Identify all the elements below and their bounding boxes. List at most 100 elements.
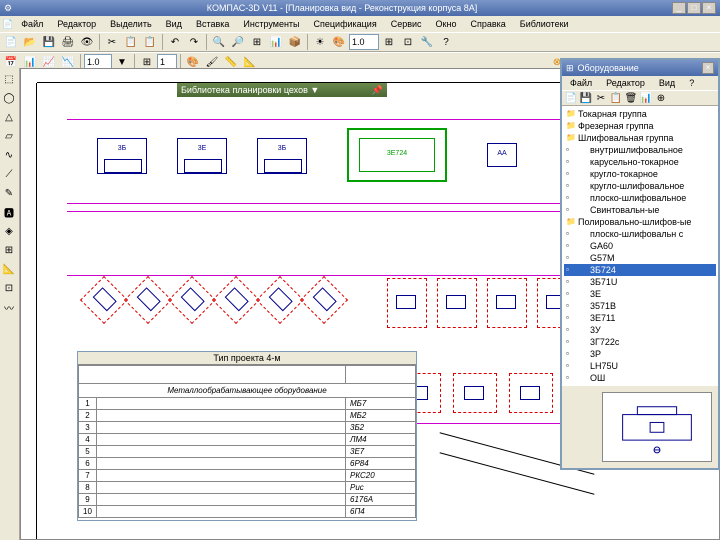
panel-close-button[interactable]: × bbox=[702, 62, 714, 74]
equipment-tree[interactable]: Токарная группаФрезерная группаШлифоваль… bbox=[562, 106, 718, 386]
tree-item[interactable]: 3Е711 bbox=[564, 312, 716, 324]
tool-curve-icon[interactable]: ∿ bbox=[0, 146, 18, 164]
menu-select[interactable]: Выделить bbox=[104, 18, 158, 30]
tree-item[interactable]: внутришлифовальное bbox=[564, 144, 716, 156]
panel-menu-edit[interactable]: Редактор bbox=[600, 77, 651, 89]
paste-button[interactable]: 📋 bbox=[141, 33, 159, 51]
zone-shape[interactable] bbox=[124, 276, 172, 324]
tree-item[interactable]: LH75U bbox=[564, 360, 716, 372]
close-button[interactable]: × bbox=[702, 2, 716, 14]
menu-service[interactable]: Сервис bbox=[385, 18, 428, 30]
zoom-out-icon[interactable]: 🔎 bbox=[229, 33, 247, 51]
redo-button[interactable]: ↷ bbox=[185, 33, 203, 51]
tree-item[interactable]: Полировально-шлифов-ые bbox=[564, 216, 716, 228]
copy-button[interactable]: 📋 bbox=[122, 33, 140, 51]
menu-help[interactable]: Справка bbox=[464, 18, 511, 30]
menu-view[interactable]: Вид bbox=[160, 18, 188, 30]
tool-dim-icon[interactable]: ◈ bbox=[0, 222, 18, 240]
library-panel[interactable]: Библиотека планировки цехов ▼ 📌 bbox=[177, 83, 387, 97]
print-button[interactable]: 🖨 bbox=[59, 33, 77, 51]
tool-rect-icon[interactable]: ⬚ bbox=[0, 70, 18, 88]
tool-icon[interactable]: 🎨 bbox=[330, 33, 348, 51]
tool-icon[interactable]: ☀ bbox=[311, 33, 329, 51]
table-row[interactable]: 2МБ2 bbox=[79, 410, 416, 422]
tree-item[interactable]: ОШ bbox=[564, 372, 716, 384]
menu-window[interactable]: Окно bbox=[430, 18, 463, 30]
save-button[interactable]: 💾 bbox=[40, 33, 58, 51]
zone-shape[interactable] bbox=[168, 276, 216, 324]
panel-menu-help[interactable]: ? bbox=[683, 77, 700, 89]
panel-tool-icon[interactable]: ✂ bbox=[594, 91, 608, 105]
table-row[interactable]: 106П4 bbox=[79, 506, 416, 518]
tool-para-icon[interactable]: ▱ bbox=[0, 127, 18, 145]
value-input[interactable] bbox=[349, 34, 379, 50]
table-row[interactable]: 1МБ7 bbox=[79, 398, 416, 410]
tree-item[interactable]: Свинтовальн-ые bbox=[564, 204, 716, 216]
new-button[interactable]: 📄 bbox=[2, 33, 20, 51]
zone-shape[interactable] bbox=[437, 278, 477, 328]
tool-wave-icon[interactable]: 〰 bbox=[0, 298, 18, 316]
tree-item[interactable]: 3Б71U bbox=[564, 276, 716, 288]
tree-item[interactable]: 3У bbox=[564, 324, 716, 336]
tree-item[interactable]: плоско-шлифовальн с bbox=[564, 228, 716, 240]
table-row[interactable]: 8Рис bbox=[79, 482, 416, 494]
machine-shape[interactable]: 3Е bbox=[177, 138, 227, 174]
tree-item[interactable]: 3Е bbox=[564, 288, 716, 300]
table-panel[interactable]: Тип проекта 4-м Металлообрабатывающее об… bbox=[77, 351, 417, 521]
table-row[interactable]: 7РКС20 bbox=[79, 470, 416, 482]
panel-menu-file[interactable]: Файл bbox=[564, 77, 598, 89]
menu-insert[interactable]: Вставка bbox=[190, 18, 235, 30]
tree-item[interactable]: кругло-шлифовальное bbox=[564, 180, 716, 192]
menu-file[interactable]: Файл bbox=[15, 18, 49, 30]
tool-angle-icon[interactable]: 📐 bbox=[0, 260, 18, 278]
panel-tool-icon[interactable]: 📋 bbox=[609, 91, 623, 105]
tool-tri-icon[interactable]: △ bbox=[0, 108, 18, 126]
table-row[interactable]: 96176А bbox=[79, 494, 416, 506]
menu-edit[interactable]: Редактор bbox=[51, 18, 102, 30]
equipment-panel-title[interactable]: ⊞ Оборудование × bbox=[562, 60, 718, 76]
tool-icon[interactable]: 📊 bbox=[267, 33, 285, 51]
table-row[interactable]: 33Б2 bbox=[79, 422, 416, 434]
tree-item[interactable]: 3571В bbox=[564, 300, 716, 312]
machine-shape[interactable]: 3Б bbox=[257, 138, 307, 174]
undo-button[interactable]: ↶ bbox=[166, 33, 184, 51]
maximize-button[interactable]: □ bbox=[687, 2, 701, 14]
tool-box-icon[interactable]: ⊡ bbox=[0, 279, 18, 297]
zone-shape[interactable] bbox=[453, 373, 497, 413]
library-pin-icon[interactable]: 📌 bbox=[372, 85, 383, 96]
zone-shape[interactable] bbox=[487, 278, 527, 328]
tree-item[interactable]: 3Р bbox=[564, 348, 716, 360]
panel-tool-icon[interactable]: ⊕ bbox=[654, 91, 668, 105]
zone-shape[interactable] bbox=[80, 276, 128, 324]
panel-tool-icon[interactable]: 🗑 bbox=[624, 91, 638, 105]
cut-button[interactable]: ✂ bbox=[103, 33, 121, 51]
tree-item[interactable]: плоско-шлифовальное bbox=[564, 192, 716, 204]
tool-icon[interactable]: ⊞ bbox=[380, 33, 398, 51]
zoom-in-icon[interactable]: 🔍 bbox=[210, 33, 228, 51]
tool-line-icon[interactable]: ⟋ bbox=[0, 165, 18, 183]
table-row[interactable]: 53Е7 bbox=[79, 446, 416, 458]
tree-item[interactable]: G57M bbox=[564, 252, 716, 264]
tree-item[interactable]: кругло-токарное bbox=[564, 168, 716, 180]
tree-item[interactable]: 3Г722с bbox=[564, 336, 716, 348]
tree-item[interactable]: Шлифовальная группа bbox=[564, 132, 716, 144]
tool-icon[interactable]: 📦 bbox=[286, 33, 304, 51]
machine-shape[interactable]: АА bbox=[487, 143, 517, 167]
equipment-panel[interactable]: ⊞ Оборудование × Файл Редактор Вид ? 📄 💾… bbox=[560, 58, 720, 470]
tree-item[interactable]: GA60 bbox=[564, 240, 716, 252]
tree-item[interactable]: карусельно-токарное bbox=[564, 156, 716, 168]
tool-pen-icon[interactable]: ✎ bbox=[0, 184, 18, 202]
menu-spec[interactable]: Спецификация bbox=[308, 18, 383, 30]
panel-menu-view[interactable]: Вид bbox=[653, 77, 681, 89]
panel-tool-icon[interactable]: 📄 bbox=[564, 91, 578, 105]
panel-tool-icon[interactable]: 💾 bbox=[579, 91, 593, 105]
tool-icon[interactable]: ? bbox=[437, 33, 455, 51]
minimize-button[interactable]: _ bbox=[672, 2, 686, 14]
zone-shape[interactable] bbox=[256, 276, 304, 324]
open-button[interactable]: 📂 bbox=[21, 33, 39, 51]
tree-item[interactable]: 3Б724 bbox=[564, 264, 716, 276]
tool-icon[interactable]: ⊡ bbox=[399, 33, 417, 51]
tree-item[interactable]: ОШ-173 bbox=[564, 384, 716, 386]
table-row[interactable]: 66Р84 bbox=[79, 458, 416, 470]
machine-selected[interactable]: 3Е724 bbox=[347, 128, 447, 182]
